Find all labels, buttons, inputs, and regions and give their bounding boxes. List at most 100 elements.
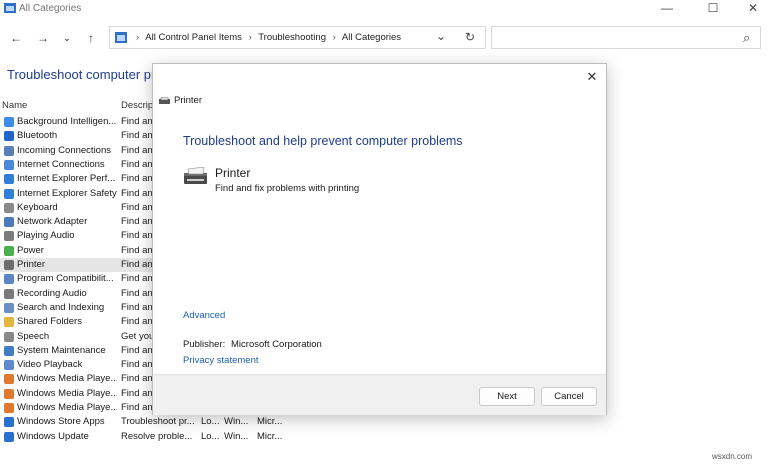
privacy-statement-link[interactable]: Privacy statement [183, 355, 259, 366]
troubleshooter-item-icon [4, 345, 14, 356]
list-item[interactable]: Windows Update Resolve proble... Lo... Win.… [0, 430, 290, 444]
list-item-location: Lo... [201, 416, 220, 428]
list-item[interactable]: Windows Store Apps Troubleshoot pr... Lo..… [0, 415, 290, 429]
recent-locations-button[interactable]: ⌄ [58, 30, 76, 48]
list-item[interactable]: Bluetooth Find an [0, 129, 152, 143]
publisher-label: Publisher: [183, 339, 226, 350]
breadcrumb-separator: › [136, 32, 140, 43]
troubleshooter-item-icon [4, 288, 14, 299]
troubleshooter-item-icon [4, 245, 14, 256]
forward-button[interactable]: → [34, 30, 52, 48]
list-item[interactable]: Power Find an [0, 244, 152, 258]
breadcrumb-all-control-panel-items[interactable]: All Control Panel Items [145, 32, 242, 43]
task-title[interactable]: Printer [215, 166, 250, 180]
troubleshooter-dialog: ✕ Printer Troubleshoot and help prevent … [152, 63, 607, 415]
list-item-category: Win... [224, 430, 249, 442]
list-item[interactable]: Windows Media Playe... Find an [0, 387, 152, 401]
printer-icon[interactable] [183, 167, 208, 187]
list-item-name: Printer [17, 259, 45, 270]
list-item-description: Get you [121, 330, 152, 342]
troubleshooter-item-icon [4, 188, 14, 199]
troubleshooter-item-icon [4, 145, 14, 156]
column-header-description[interactable]: Descrip [121, 100, 153, 111]
up-button[interactable]: ↑ [82, 30, 100, 48]
troubleshooter-item-icon [4, 317, 14, 328]
column-header-name[interactable]: Name [2, 100, 27, 111]
breadcrumb: › All Control Panel Items › Troubleshoot… [132, 32, 401, 43]
address-bar[interactable]: › All Control Panel Items › Troubleshoot… [109, 26, 486, 49]
list-item-category: Win... [224, 416, 249, 428]
troubleshooter-item-icon [4, 159, 14, 170]
list-item-name: Keyboard [17, 201, 58, 213]
list-item-name: Incoming Connections [17, 144, 111, 156]
close-window-button[interactable]: ✕ [738, 0, 768, 18]
list-item-description: Find an [121, 402, 152, 413]
list-item-name: Video Playback [17, 359, 83, 371]
list-item-publisher: Micr... [257, 416, 283, 428]
list-item[interactable]: Windows Media Playe... Find an [0, 401, 152, 415]
list-item-description: Find an [121, 359, 152, 371]
list-item-name: Internet Explorer Safety [17, 187, 117, 199]
list-item[interactable]: System Maintenance Find an [0, 344, 152, 358]
list-item[interactable]: Network Adapter Find an [0, 215, 152, 229]
printer-icon [159, 97, 170, 105]
list-item[interactable]: Keyboard Find an [0, 201, 152, 215]
troubleshooter-item-icon [4, 360, 14, 371]
list-item-name: Windows Media Playe... [17, 387, 117, 399]
breadcrumb-all-categories[interactable]: All Categories [342, 32, 401, 43]
list-item-description: Find an [121, 201, 152, 213]
list-item-description: Find an [121, 173, 152, 185]
list-item[interactable]: Background Intelligen... Find an [0, 115, 152, 129]
list-item[interactable]: Playing Audio Find an [0, 229, 152, 243]
troubleshooter-item-icon [4, 117, 14, 127]
list-item-name: Internet Connections [17, 158, 105, 170]
list-item-description: Find an [121, 373, 152, 385]
list-item[interactable]: Incoming Connections Find an [0, 144, 152, 158]
list-item[interactable]: Speech Get you [0, 330, 152, 344]
list-item[interactable]: Recording Audio Find an [0, 287, 152, 301]
troubleshooter-item-icon [4, 331, 14, 342]
list-item-name: Shared Folders [17, 316, 82, 328]
list-item[interactable]: Internet Explorer Safety Find an [0, 187, 152, 201]
list-item-description: Find an [121, 116, 152, 127]
maximize-button[interactable]: ☐ [698, 0, 728, 18]
list-item-description: Find an [121, 130, 152, 142]
list-item[interactable]: Internet Explorer Perf... Find an [0, 172, 152, 186]
list-item[interactable]: Search and Indexing Find an [0, 301, 152, 315]
troubleshooter-item-icon [4, 431, 14, 442]
list-item[interactable]: Windows Media Playe... Find an [0, 372, 152, 386]
next-button[interactable]: Next [479, 387, 535, 406]
troubleshooter-item-icon [4, 403, 14, 413]
troubleshooter-item-icon [4, 302, 14, 313]
list-item[interactable]: Video Playback Find an [0, 358, 152, 372]
list-item[interactable]: Program Compatibilit... Find an [0, 272, 152, 286]
list-item-description: Find an [121, 230, 152, 242]
list-item-name: Speech [17, 330, 50, 342]
troubleshooter-item-icon [4, 174, 14, 185]
breadcrumb-separator: › [332, 32, 336, 43]
cancel-button[interactable]: Cancel [541, 387, 597, 406]
list-item[interactable]: Shared Folders Find an [0, 315, 152, 329]
search-input[interactable]: ⌕ [491, 26, 761, 49]
troubleshooter-item-icon [4, 388, 14, 399]
watermark: wsxdn.com [712, 452, 753, 461]
search-icon[interactable]: ⌕ [743, 30, 750, 46]
address-dropdown-button[interactable]: ⌄ [436, 29, 446, 43]
minimize-button[interactable]: — [652, 0, 682, 18]
refresh-button[interactable]: ↻ [465, 30, 475, 44]
list-item-description: Find an [121, 273, 152, 285]
publisher-value: Microsoft Corporation [231, 339, 322, 350]
dialog-heading: Troubleshoot and help prevent computer p… [183, 134, 463, 148]
list-item-description: Find an [121, 259, 152, 270]
list-item-description: Find an [121, 387, 152, 399]
back-button[interactable]: ← [7, 30, 25, 48]
list-item[interactable]: Printer Find an [0, 258, 152, 273]
list-item[interactable]: Internet Connections Find an [0, 158, 152, 172]
troubleshooter-item-icon [4, 202, 14, 213]
dialog-close-button[interactable]: ✕ [583, 68, 601, 86]
advanced-link[interactable]: Advanced [183, 310, 225, 321]
breadcrumb-troubleshooting[interactable]: Troubleshooting [258, 32, 326, 43]
list-item-description: Find an [121, 316, 152, 328]
dialog-title: Printer [174, 95, 202, 106]
troubleshooter-item-icon [4, 260, 14, 270]
